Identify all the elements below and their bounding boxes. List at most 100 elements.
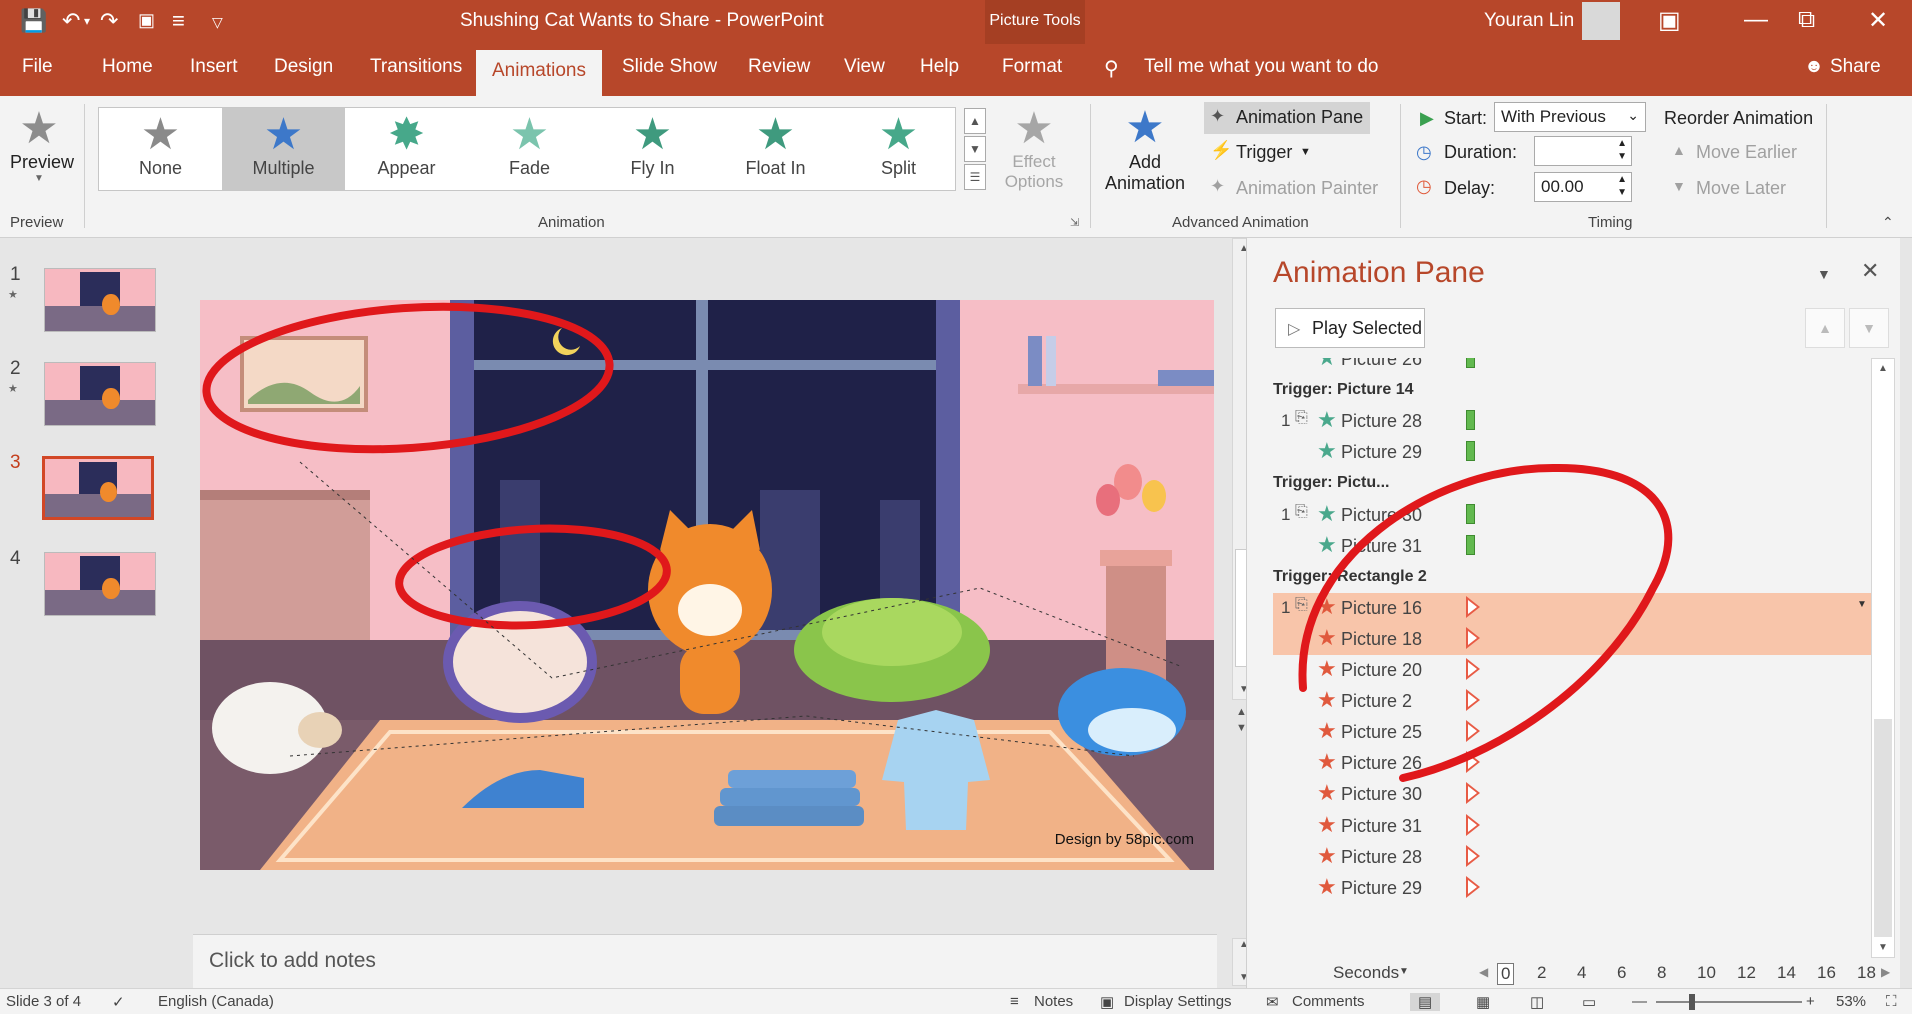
- timeline-left-icon[interactable]: ◀: [1479, 965, 1488, 979]
- animation-item[interactable]: ★ Picture 18: [1273, 624, 1873, 655]
- seconds-dropdown[interactable]: Seconds: [1333, 963, 1399, 983]
- trigger-header[interactable]: Trigger: Rectangle 2: [1273, 562, 1873, 593]
- gallery-fade[interactable]: ★ Fade: [468, 108, 591, 190]
- reading-view-icon[interactable]: ◫: [1530, 993, 1544, 1011]
- undo-icon[interactable]: ↶: [62, 8, 80, 34]
- tab-help[interactable]: Help: [920, 56, 959, 78]
- spin-arrows-icon[interactable]: ▲ ▼: [1617, 137, 1627, 163]
- animation-item[interactable]: 1 ⎘ ★ Picture 16 ▼: [1273, 593, 1873, 624]
- fit-slide-icon[interactable]: ⛶: [1886, 993, 1897, 1010]
- trigger-header[interactable]: Trigger: Pictu...: [1273, 468, 1873, 499]
- user-name[interactable]: Youran Lin: [1484, 10, 1574, 32]
- zoom-out-icon[interactable]: —: [1632, 993, 1647, 1010]
- animation-item[interactable]: ★ Picture 2: [1273, 686, 1873, 717]
- minimize-icon[interactable]: —: [1744, 6, 1768, 34]
- animation-item[interactable]: ★ Picture 31: [1273, 531, 1873, 562]
- comment-icon[interactable]: ✉: [1266, 993, 1279, 1011]
- gallery-more-icon[interactable]: ☰: [964, 164, 986, 190]
- tab-file[interactable]: File: [22, 56, 53, 78]
- slide-thumbnail-3[interactable]: [42, 456, 154, 520]
- collapse-ribbon-icon[interactable]: ⌃: [1882, 214, 1894, 231]
- animation-item[interactable]: ★ Picture 29: [1273, 873, 1873, 904]
- gallery-scroll-up-icon[interactable]: ▲: [964, 108, 986, 134]
- avatar[interactable]: [1582, 2, 1620, 40]
- timing-marker[interactable]: [1466, 720, 1480, 742]
- move-down-icon[interactable]: ▼: [1849, 308, 1889, 348]
- timing-bar[interactable]: [1466, 504, 1475, 524]
- save-icon[interactable]: 💾: [20, 8, 47, 34]
- zoom-level[interactable]: 53%: [1836, 993, 1866, 1010]
- animation-pane-button[interactable]: ✦ Animation Pane: [1204, 102, 1370, 134]
- notes-button[interactable]: Notes: [1034, 993, 1073, 1010]
- list-scrollbar[interactable]: ▲ ▼: [1871, 358, 1895, 958]
- timing-bar[interactable]: [1466, 441, 1475, 461]
- close-icon[interactable]: ✕: [1868, 6, 1888, 35]
- zoom-slider-thumb[interactable]: [1689, 994, 1695, 1010]
- timing-marker[interactable]: [1466, 627, 1480, 649]
- move-earlier-button[interactable]: Move Earlier: [1696, 142, 1797, 163]
- gallery-scroll-down-icon[interactable]: ▼: [964, 136, 986, 162]
- animation-item[interactable]: ★ Picture 25: [1273, 717, 1873, 748]
- gallery-float-in[interactable]: ★ Float In: [714, 108, 837, 190]
- slideshow-view-icon[interactable]: ▭: [1582, 993, 1596, 1011]
- animation-item[interactable]: ★ Picture 28: [1273, 842, 1873, 873]
- timing-marker[interactable]: [1466, 845, 1480, 867]
- slide-thumbnail-2[interactable]: [44, 362, 156, 426]
- animation-item[interactable]: 1 ⎘ ★ Picture 30: [1273, 500, 1873, 531]
- list-icon[interactable]: ≡: [172, 8, 185, 34]
- display-icon[interactable]: ▣: [1100, 993, 1114, 1011]
- animation-item[interactable]: ★ Picture 30: [1273, 779, 1873, 810]
- scroll-up-icon[interactable]: ▲: [1872, 359, 1894, 374]
- animation-painter-button[interactable]: Animation Painter: [1236, 178, 1378, 199]
- display-settings-button[interactable]: Display Settings: [1124, 993, 1232, 1010]
- tab-view[interactable]: View: [844, 56, 885, 78]
- dialog-launcher-icon[interactable]: ⇲: [1070, 216, 1079, 229]
- gallery-split[interactable]: ★ Split: [837, 108, 960, 190]
- zoom-in-icon[interactable]: +: [1806, 993, 1815, 1010]
- animation-item[interactable]: 1 ⎘ ★ Picture 28: [1273, 406, 1873, 437]
- timeline-right-icon[interactable]: ▶: [1881, 965, 1890, 979]
- language-indicator[interactable]: English (Canada): [158, 993, 274, 1010]
- tab-animations[interactable]: Animations: [476, 50, 602, 96]
- play-selected-button[interactable]: ▷ Play Selected: [1275, 308, 1425, 348]
- item-dropdown-icon[interactable]: ▼: [1857, 599, 1867, 610]
- slide-canvas[interactable]: Design by 58pic.com: [200, 300, 1214, 870]
- timing-bar[interactable]: [1466, 535, 1475, 555]
- move-up-icon[interactable]: ▲: [1805, 308, 1845, 348]
- ribbon-display-icon[interactable]: ▣: [1658, 6, 1681, 35]
- normal-view-icon[interactable]: ▤: [1410, 993, 1441, 1011]
- pane-close-icon[interactable]: ✕: [1861, 258, 1879, 284]
- effect-options-button[interactable]: ★ Effect Options: [994, 106, 1074, 192]
- scroll-down-icon[interactable]: ▼: [1878, 942, 1888, 953]
- pane-options-icon[interactable]: ▼: [1817, 266, 1831, 282]
- animation-item[interactable]: ★Picture 26: [1273, 358, 1873, 375]
- trigger-button[interactable]: Trigger: [1236, 142, 1292, 163]
- timing-marker[interactable]: [1466, 596, 1480, 618]
- trigger-header[interactable]: Trigger: Picture 14: [1273, 375, 1873, 406]
- spellcheck-icon[interactable]: ✓: [112, 993, 125, 1011]
- animation-item[interactable]: ★ Picture 31: [1273, 811, 1873, 842]
- timing-marker[interactable]: [1466, 782, 1480, 804]
- share-button[interactable]: Share: [1830, 56, 1881, 78]
- tab-format[interactable]: Format: [1002, 56, 1062, 78]
- timing-marker[interactable]: [1466, 876, 1480, 898]
- timing-marker[interactable]: [1466, 658, 1480, 680]
- tell-me-input[interactable]: Tell me what you want to do: [1144, 56, 1378, 78]
- animation-item[interactable]: ★Picture 26: [1273, 748, 1873, 779]
- duration-input[interactable]: ▲ ▼: [1534, 136, 1632, 166]
- comments-button[interactable]: Comments: [1292, 993, 1365, 1010]
- gallery-fly-in[interactable]: ★ Fly In: [591, 108, 714, 190]
- notes-area[interactable]: Click to add notes: [193, 934, 1217, 988]
- present-icon[interactable]: ▣: [138, 10, 155, 31]
- timing-bar[interactable]: [1466, 358, 1475, 368]
- slide-thumbnail-4[interactable]: [44, 552, 156, 616]
- tab-review[interactable]: Review: [748, 56, 810, 78]
- animation-gallery[interactable]: ★ None ★ Multiple ✸ Appear ★ Fade ★ Fly …: [98, 107, 956, 191]
- undo-dropdown-icon[interactable]: ▾: [84, 14, 90, 28]
- tab-slide-show[interactable]: Slide Show: [622, 56, 717, 78]
- move-later-button[interactable]: Move Later: [1696, 178, 1786, 199]
- tab-home[interactable]: Home: [102, 56, 153, 78]
- gallery-appear[interactable]: ✸ Appear: [345, 108, 468, 190]
- timing-bar[interactable]: [1466, 410, 1475, 430]
- animation-item[interactable]: ★ Picture 29: [1273, 437, 1873, 468]
